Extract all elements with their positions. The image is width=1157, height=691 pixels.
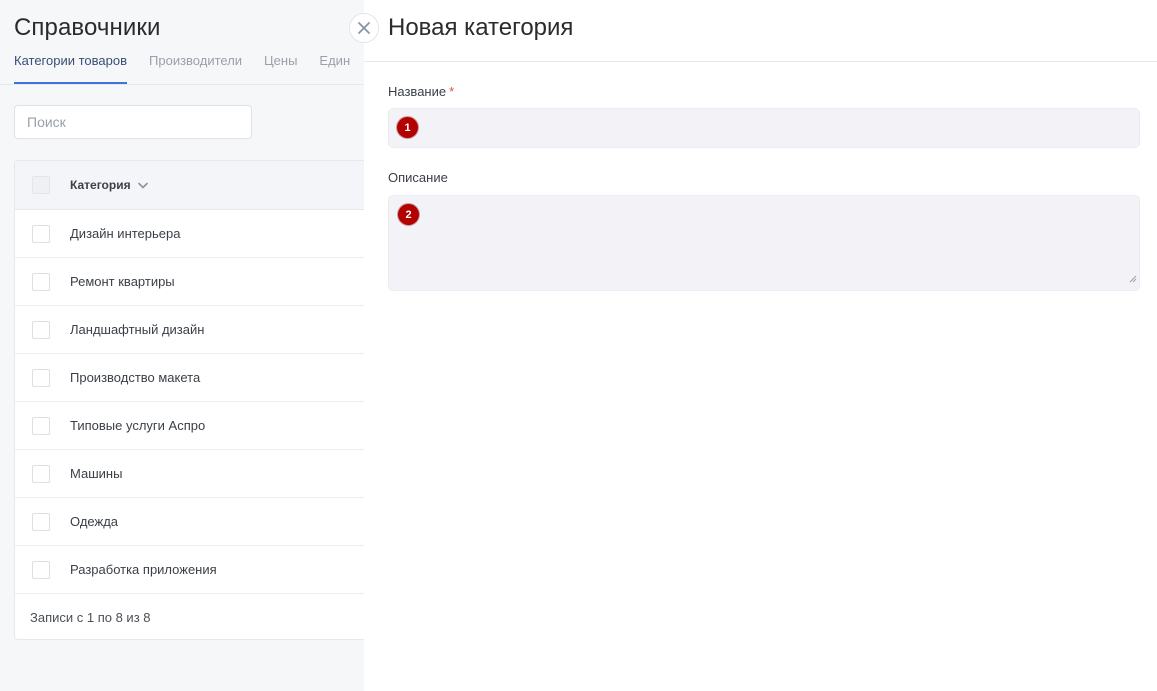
- tabs-divider: [0, 84, 364, 85]
- tab-manufacturers[interactable]: Производители: [149, 53, 242, 84]
- table-row[interactable]: Ландшафтный дизайн: [15, 306, 393, 354]
- table-row[interactable]: Типовые услуги Аспро: [15, 402, 393, 450]
- resize-grip-icon[interactable]: [1129, 270, 1137, 288]
- categories-table: Категория Дизайн интерьера Ремонт кварти…: [14, 160, 394, 640]
- table-row[interactable]: Ремонт квартиры: [15, 258, 393, 306]
- records-counter: Записи с 1 по 8 из 8: [30, 609, 151, 625]
- tab-units[interactable]: Един: [319, 53, 350, 84]
- table-header: Категория: [15, 161, 393, 210]
- category-name: Дизайн интерьера: [70, 226, 181, 241]
- chevron-down-icon[interactable]: [137, 182, 148, 189]
- table-row[interactable]: Производство макета: [15, 354, 393, 402]
- category-name: Одежда: [70, 514, 119, 529]
- tab-product-categories[interactable]: Категории товаров: [14, 53, 128, 84]
- new-category-panel: Новая категория Название * 1 Описание 2: [364, 0, 1157, 691]
- column-header-category[interactable]: Категория: [70, 178, 131, 192]
- required-asterisk: *: [449, 84, 455, 99]
- category-name: Разработка приложения: [70, 562, 217, 577]
- row-checkbox[interactable]: [32, 320, 50, 339]
- category-name: Ремонт квартиры: [70, 274, 175, 289]
- tabs-bar: Категории товаров Производители Цены Еди…: [14, 53, 350, 84]
- panel-title: Новая категория: [388, 14, 574, 41]
- tab-prices[interactable]: Цены: [264, 53, 297, 84]
- select-all-checkbox[interactable]: [32, 176, 50, 194]
- table-row[interactable]: Машины: [15, 450, 393, 498]
- name-label-text: Название: [388, 84, 447, 99]
- row-checkbox[interactable]: [32, 224, 50, 243]
- row-checkbox[interactable]: [32, 512, 50, 531]
- page-title: Справочники: [14, 14, 161, 41]
- table-row[interactable]: Дизайн интерьера: [15, 210, 393, 258]
- category-name: Ландшафтный дизайн: [70, 322, 205, 337]
- row-checkbox[interactable]: [32, 272, 50, 291]
- table-row[interactable]: Одежда: [15, 498, 393, 546]
- description-textarea[interactable]: 2: [388, 195, 1140, 291]
- close-icon: [357, 21, 371, 35]
- category-name: Машины: [70, 466, 123, 481]
- panel-header: Новая категория: [364, 0, 1157, 62]
- category-name: Производство макета: [70, 370, 201, 385]
- row-checkbox[interactable]: [32, 368, 50, 387]
- row-checkbox[interactable]: [32, 464, 50, 483]
- name-input[interactable]: 1: [388, 108, 1140, 148]
- category-name: Типовые услуги Аспро: [70, 418, 206, 433]
- search-input[interactable]: [14, 105, 252, 139]
- name-field-label: Название *: [388, 84, 454, 99]
- row-checkbox[interactable]: [32, 416, 50, 435]
- annotation-marker-1: 1: [397, 117, 418, 138]
- annotation-marker-2: 2: [398, 204, 419, 225]
- row-checkbox[interactable]: [32, 560, 50, 579]
- close-button[interactable]: [349, 13, 379, 43]
- description-field-label: Описание: [388, 170, 448, 185]
- table-row[interactable]: Разработка приложения: [15, 546, 393, 594]
